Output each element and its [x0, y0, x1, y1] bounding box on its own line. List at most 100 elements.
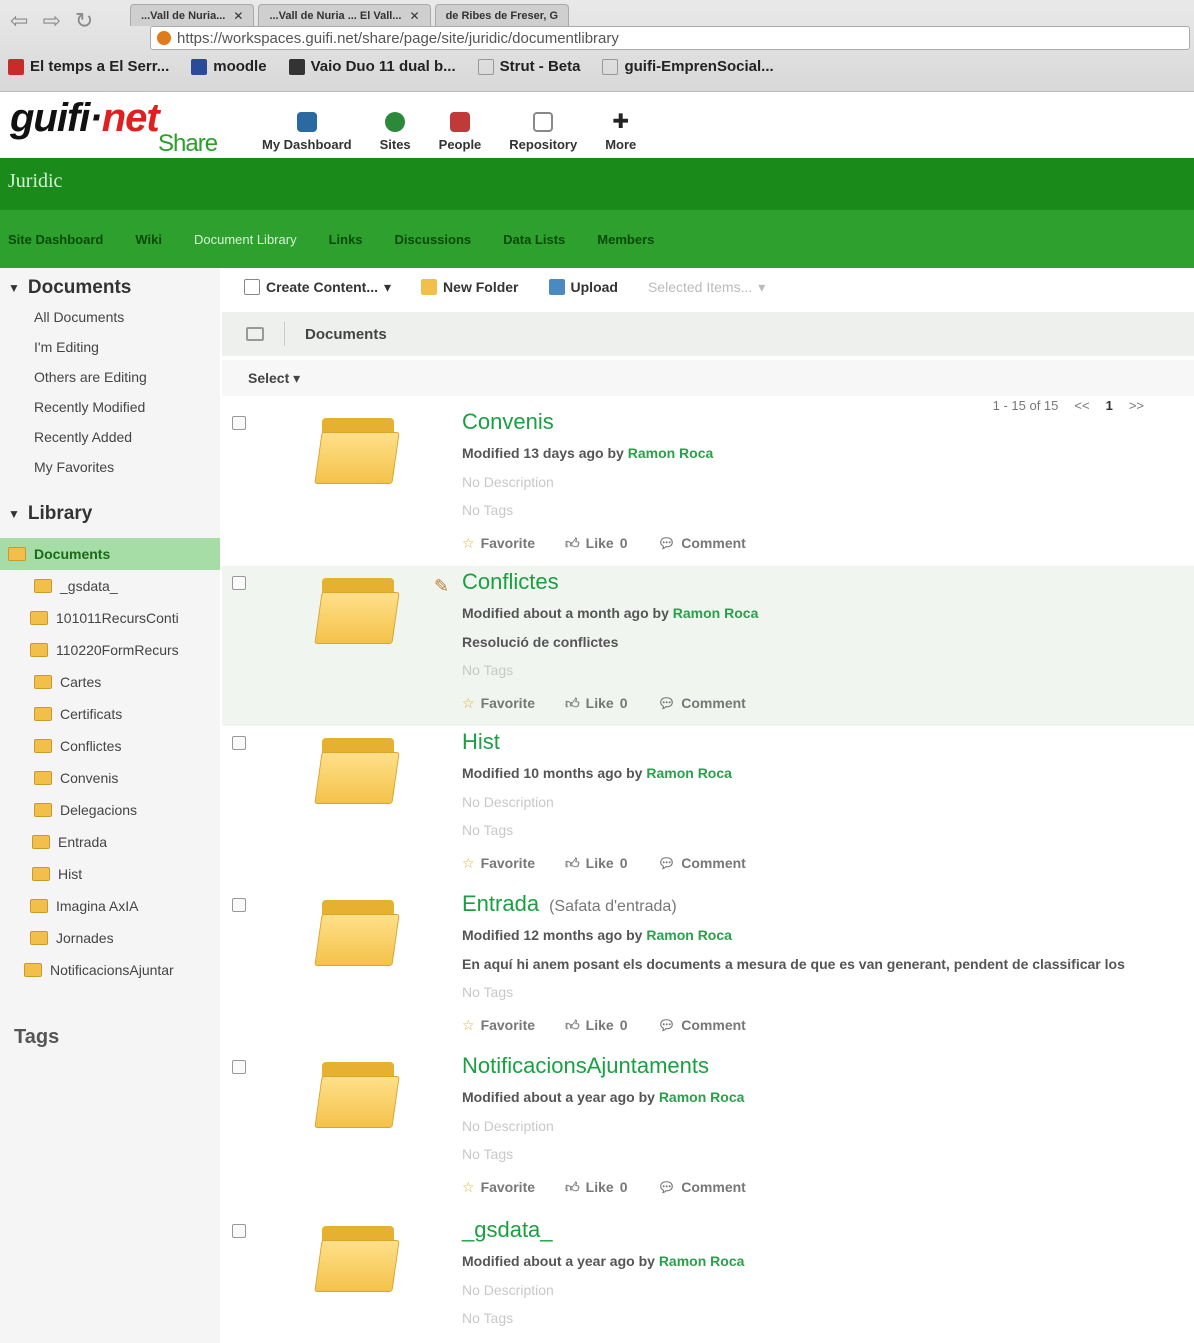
folder-icon[interactable] — [314, 414, 400, 484]
filter-recently-added[interactable]: Recently Added — [0, 422, 220, 452]
document-row[interactable]: ✎ Conflictes Modified about a month ago by… — [222, 566, 1194, 726]
nav-my-dashboard[interactable]: My Dashboard — [262, 112, 352, 152]
close-icon[interactable]: ✕ — [233, 9, 243, 23]
tree-item[interactable]: Conflictes — [0, 730, 220, 762]
comment-button[interactable]: 💬︎ Comment — [657, 1179, 745, 1196]
tree-item[interactable]: _gsdata_ — [0, 570, 220, 602]
tree-item-documents[interactable]: Documents — [0, 538, 220, 570]
forward-icon[interactable]: ⇨ — [42, 8, 60, 34]
selected-items-menu[interactable]: Selected Items... ▾ — [648, 279, 765, 296]
comment-button[interactable]: 💬︎ Comment — [657, 535, 745, 552]
create-content-button[interactable]: Create Content... ▾ — [244, 279, 391, 296]
document-title[interactable]: Hist — [462, 729, 500, 754]
guifi-logo[interactable]: guifi·net Share — [10, 96, 218, 157]
favorite-button[interactable]: ☆ Favorite — [462, 1179, 535, 1196]
back-icon[interactable]: ⇦ — [10, 8, 28, 34]
tab-site-dashboard[interactable]: Site Dashboard — [8, 232, 135, 247]
select-menu[interactable]: Select ▾ — [248, 370, 300, 387]
folder-icon[interactable] — [314, 896, 400, 966]
document-title[interactable]: _gsdata_ — [462, 1217, 553, 1242]
tab-discussions[interactable]: Discussions — [395, 232, 504, 247]
row-checkbox[interactable] — [232, 576, 246, 590]
like-button[interactable]: 👍︎ Like 0 — [565, 695, 627, 712]
browser-tab[interactable]: ...Vall de Nuria ... El Vall... ✕ — [258, 4, 431, 26]
row-checkbox[interactable] — [232, 736, 246, 750]
tab-document-library[interactable]: Document Library — [194, 232, 329, 247]
filter-all-documents[interactable]: All Documents — [0, 302, 220, 332]
user-link[interactable]: Ramon Roca — [646, 765, 732, 781]
document-row[interactable]: Hist Modified 10 months ago by Ramon Roca… — [222, 726, 1194, 886]
bookmark[interactable]: Strut - Beta — [477, 58, 580, 75]
document-row[interactable]: Convenis Modified 13 days ago by Ramon Ro… — [222, 406, 1194, 566]
tree-item[interactable]: Convenis — [0, 762, 220, 794]
row-checkbox[interactable] — [232, 1224, 246, 1238]
nav-people[interactable]: People — [439, 112, 481, 152]
document-row[interactable]: _gsdata_ Modified about a year ago by Ram… — [222, 1214, 1194, 1343]
like-button[interactable]: 👍︎ Like 0 — [565, 1017, 627, 1034]
folder-icon[interactable] — [314, 574, 400, 644]
tree-item[interactable]: Hist — [0, 858, 220, 890]
filter-my-favorites[interactable]: My Favorites — [0, 452, 220, 482]
pencil-icon[interactable]: ✎ — [434, 576, 449, 597]
like-button[interactable]: 👍︎ Like 0 — [565, 535, 627, 552]
like-button[interactable]: 👍︎ Like 0 — [565, 855, 627, 872]
favorite-button[interactable]: ☆ Favorite — [462, 535, 535, 552]
document-title[interactable]: Convenis — [462, 409, 554, 434]
folder-icon[interactable] — [314, 734, 400, 804]
tab-links[interactable]: Links — [329, 232, 395, 247]
bookmark[interactable]: El temps a El Serr... — [8, 58, 169, 75]
document-title[interactable]: Conflictes — [462, 569, 559, 594]
user-link[interactable]: Ramon Roca — [628, 445, 714, 461]
user-link[interactable]: Ramon Roca — [659, 1089, 745, 1105]
documents-heading[interactable]: ▼ Documents — [0, 274, 220, 302]
tree-item[interactable]: 110220FormRecurs — [0, 634, 220, 666]
tree-item[interactable]: NotificacionsAjuntar — [0, 954, 220, 986]
tree-item[interactable]: 101011RecursConti — [0, 602, 220, 634]
tags-heading[interactable]: Tags — [0, 1026, 220, 1049]
nav-more[interactable]: ✚ More — [605, 112, 636, 152]
reload-icon[interactable]: ↻ — [75, 8, 93, 34]
tree-item[interactable]: Jornades — [0, 922, 220, 954]
favorite-button[interactable]: ☆ Favorite — [462, 1017, 535, 1034]
tree-item[interactable]: Delegacions — [0, 794, 220, 826]
new-folder-button[interactable]: New Folder — [421, 279, 519, 295]
address-bar[interactable]: https://workspaces.guifi.net/share/page/… — [150, 26, 1190, 50]
breadcrumb-item[interactable]: Documents — [305, 326, 387, 343]
tree-item[interactable]: Imagina AxIA — [0, 890, 220, 922]
favorite-button[interactable]: ☆ Favorite — [462, 695, 535, 712]
bookmark[interactable]: moodle — [191, 58, 267, 75]
filter-recently-modified[interactable]: Recently Modified — [0, 392, 220, 422]
upload-button[interactable]: Upload — [548, 279, 618, 295]
like-button[interactable]: 👍︎ Like 0 — [565, 1179, 627, 1196]
document-title[interactable]: NotificacionsAjuntaments — [462, 1053, 709, 1078]
nav-repository[interactable]: Repository — [509, 112, 577, 152]
filter-others-editing[interactable]: Others are Editing — [0, 362, 220, 392]
row-checkbox[interactable] — [232, 1060, 246, 1074]
tree-item[interactable]: Entrada — [0, 826, 220, 858]
row-checkbox[interactable] — [232, 416, 246, 430]
tab-wiki[interactable]: Wiki — [135, 232, 194, 247]
close-icon[interactable]: ✕ — [410, 9, 420, 23]
bookmark[interactable]: Vaio Duo 11 dual b... — [288, 58, 456, 75]
filter-im-editing[interactable]: I'm Editing — [0, 332, 220, 362]
user-link[interactable]: Ramon Roca — [646, 927, 732, 943]
comment-button[interactable]: 💬︎ Comment — [657, 695, 745, 712]
browser-tab[interactable]: de Ribes de Freser, G — [434, 4, 570, 26]
folder-up-icon[interactable] — [246, 327, 264, 341]
row-checkbox[interactable] — [232, 898, 246, 912]
nav-sites[interactable]: Sites — [380, 112, 411, 152]
user-link[interactable]: Ramon Roca — [673, 605, 759, 621]
favorite-button[interactable]: ☆ Favorite — [462, 855, 535, 872]
comment-button[interactable]: 💬︎ Comment — [657, 1017, 745, 1034]
library-heading[interactable]: ▼ Library — [0, 500, 220, 528]
tree-item[interactable]: Certificats — [0, 698, 220, 730]
document-row[interactable]: NotificacionsAjuntaments Modified about a… — [222, 1050, 1194, 1210]
tab-data-lists[interactable]: Data Lists — [503, 232, 597, 247]
document-title[interactable]: Entrada — [462, 891, 539, 916]
tree-item[interactable]: Cartes — [0, 666, 220, 698]
bookmark[interactable]: guifi-EmprenSocial... — [602, 58, 774, 75]
browser-tab[interactable]: ...Vall de Nuria... ✕ — [130, 4, 255, 26]
comment-button[interactable]: 💬︎ Comment — [657, 855, 745, 872]
document-row[interactable]: Entrada (Safata d'entrada) Modified 12 mon… — [222, 888, 1194, 1048]
user-link[interactable]: Ramon Roca — [659, 1253, 745, 1269]
